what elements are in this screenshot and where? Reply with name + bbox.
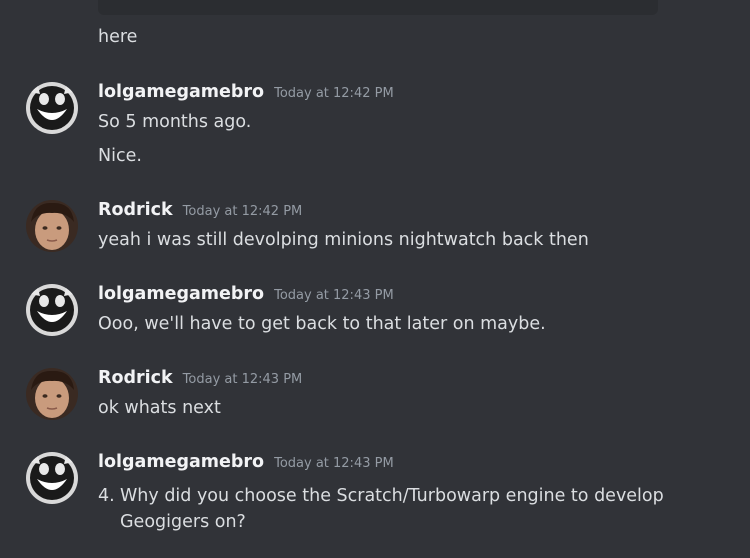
username[interactable]: lolgamegamebro xyxy=(98,82,264,102)
message-text: ok whats next xyxy=(98,398,221,418)
avatar-lolgamegamebro[interactable] xyxy=(26,284,78,336)
timestamp[interactable]: Today at 12:43 PM xyxy=(183,372,303,387)
username[interactable]: lolgamegamebro xyxy=(98,284,264,304)
avatar-lolgamegamebro[interactable] xyxy=(26,452,78,504)
username[interactable]: lolgamegamebro xyxy=(98,452,264,472)
photo-face-avatar-icon xyxy=(26,200,78,252)
timestamp[interactable]: Today at 12:42 PM xyxy=(274,86,394,101)
message-text: yeah i was still devolping minions night… xyxy=(98,230,589,250)
avatar-lolgamegamebro[interactable] xyxy=(26,82,78,134)
message-header: Rodrick Today at 12:42 PM xyxy=(98,200,302,220)
message-text: Nice. xyxy=(98,146,142,166)
photo-face-avatar-icon xyxy=(26,368,78,420)
username[interactable]: Rodrick xyxy=(98,368,173,388)
message-text: here xyxy=(98,27,138,47)
username[interactable]: Rodrick xyxy=(98,200,173,220)
message-ordered-list: 4. Why did you choose the Scratch/Turbow… xyxy=(98,483,698,535)
embed-preview xyxy=(98,0,658,15)
smiling-face-avatar-icon xyxy=(26,284,78,336)
message-text: So 5 months ago. xyxy=(98,112,252,132)
timestamp[interactable]: Today at 12:42 PM xyxy=(183,204,303,219)
list-item-number: 4. xyxy=(98,486,115,506)
smiling-face-avatar-icon xyxy=(26,452,78,504)
timestamp[interactable]: Today at 12:43 PM xyxy=(274,456,394,471)
message-text: Ooo, we'll have to get back to that late… xyxy=(98,314,546,334)
avatar-rodrick[interactable] xyxy=(26,200,78,252)
smiling-face-avatar-icon xyxy=(26,82,78,134)
list-item-text: Why did you choose the Scratch/Turbowarp… xyxy=(120,486,664,532)
message-header: lolgamegamebro Today at 12:42 PM xyxy=(98,82,394,102)
list-item: 4. Why did you choose the Scratch/Turbow… xyxy=(98,483,698,535)
timestamp[interactable]: Today at 12:43 PM xyxy=(274,288,394,303)
avatar-rodrick[interactable] xyxy=(26,368,78,420)
message-header: lolgamegamebro Today at 12:43 PM xyxy=(98,452,394,472)
message-header: lolgamegamebro Today at 12:43 PM xyxy=(98,284,394,304)
message-header: Rodrick Today at 12:43 PM xyxy=(98,368,302,388)
